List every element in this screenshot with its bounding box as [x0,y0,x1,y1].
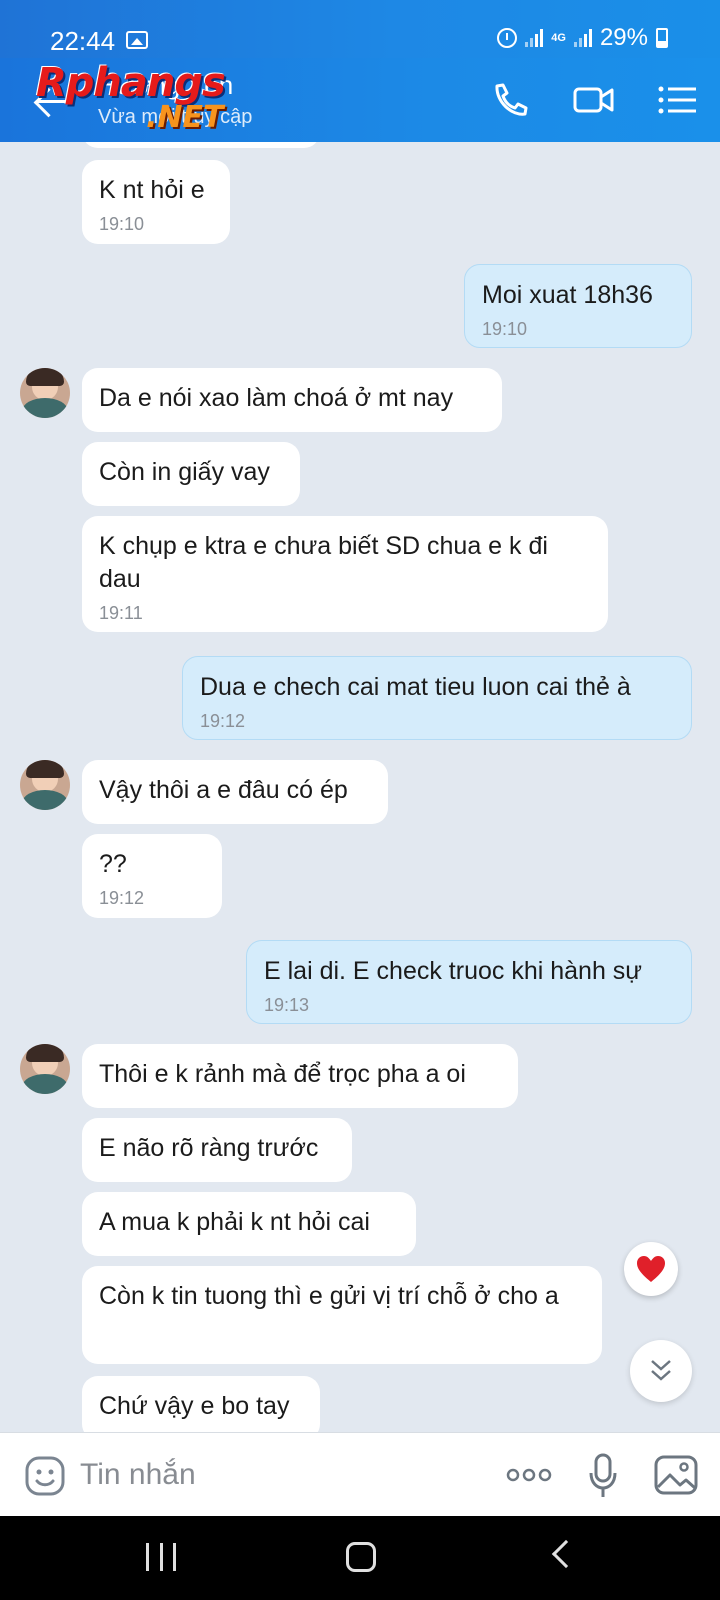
message-text: ?? [99,850,127,878]
message-bubble[interactable]: K nt hỏi e 19:10 [82,160,230,244]
phone-icon[interactable] [488,80,532,120]
message-bubble-out[interactable]: Dua e chech cai mat tieu luon cai thẻ à … [182,656,692,740]
image-icon[interactable] [654,1455,698,1495]
network-type: 4G [551,31,566,44]
recent-apps-icon[interactable] [146,1543,176,1571]
battery-percent: 29% [599,24,648,51]
contact-avatar[interactable] [20,1044,70,1094]
message-bubble[interactable]: Da e nói xao làm choá ở mt nay [82,368,502,432]
message-time: 19:10 [99,214,145,234]
message-bubble[interactable]: K chụp e ktra e chưa biết SD chua e k đi… [82,516,608,632]
message-bubble[interactable]: Còn in giấy vay [82,442,300,506]
menu-list-icon[interactable] [656,80,700,120]
message-bubble-out[interactable]: E lai di. E check truoc khi hành sự 19:1… [246,940,692,1024]
message-list[interactable]: K nt hỏi e 19:10 Moi xuat 18h36 19:10 Da… [0,142,720,1432]
status-bar: 22:44 4G 29% [0,0,720,58]
sticker-icon[interactable] [24,1455,66,1497]
message-composer [0,1432,720,1516]
message-text: A mua k phải k nt hỏi cai [99,1208,370,1236]
scroll-to-bottom-button[interactable] [630,1340,692,1402]
home-icon[interactable] [346,1542,376,1572]
message-time: 19:11 [99,603,143,623]
video-call-icon[interactable] [572,80,616,120]
message-text: Moi xuat 18h36 [482,281,653,309]
message-bubble[interactable]: ?? 19:12 [82,834,222,918]
signal-icon-2 [573,29,592,47]
watermark-suffix: .NET [146,100,224,135]
message-text: Dua e chech cai mat tieu luon cai thẻ à [200,673,631,701]
message-text: Da e nói xao làm choá ở mt nay [99,384,454,412]
message-text: Còn in giấy vay [99,458,270,486]
message-bubble-partial [82,142,320,148]
message-text: Còn k tin tuong thì e gửi vị trí chỗ ở c… [99,1282,559,1310]
system-back-icon[interactable] [551,1539,581,1569]
message-text: E lai di. E check truoc khi hành sự [264,957,643,985]
message-time: 19:12 [200,711,246,731]
chat-header: Hương Yến Vừa mới truy cập Rphangs .NET [0,58,720,142]
message-bubble[interactable]: Vậy thôi a e đâu có ép [82,760,388,824]
watermark-logo: Rphangs .NET [36,60,226,135]
message-text: Vậy thôi a e đâu có ép [99,776,348,804]
contact-avatar[interactable] [20,760,70,810]
heart-reaction-button[interactable] [624,1242,678,1296]
status-indicators: 4G 29% [497,24,668,52]
message-input[interactable] [80,1451,470,1499]
photo-notification-icon [126,31,148,49]
message-time: 19:13 [264,995,310,1015]
double-chevron-down-icon [651,1360,671,1381]
heart-icon [637,1256,665,1282]
message-text: Chứ vậy e bo tay [99,1392,290,1420]
message-bubble[interactable]: Còn k tin tuong thì e gửi vị trí chỗ ở c… [82,1266,602,1364]
more-icon[interactable] [506,1465,552,1485]
microphone-icon[interactable] [588,1453,618,1499]
battery-icon [656,28,668,48]
message-text: Thôi e k rảnh mà để trọc pha a oi [99,1060,466,1088]
signal-icon [525,29,544,47]
message-text: K chụp e ktra e chưa biết SD chua e k đi… [99,532,548,593]
message-bubble[interactable]: Chứ vậy e bo tay [82,1376,320,1432]
system-navigation-bar [0,1516,720,1600]
message-bubble[interactable]: E não rõ ràng trước [82,1118,352,1182]
message-time: 19:12 [99,888,145,908]
contact-avatar[interactable] [20,368,70,418]
status-time: 22:44 [50,26,116,56]
alarm-icon [497,28,518,48]
message-bubble-out[interactable]: Moi xuat 18h36 19:10 [464,264,692,348]
message-text: E não rõ ràng trước [99,1134,319,1162]
message-bubble[interactable]: Thôi e k rảnh mà để trọc pha a oi [82,1044,518,1108]
message-time: 19:10 [482,319,528,339]
message-text: K nt hỏi e [99,176,205,204]
message-bubble[interactable]: A mua k phải k nt hỏi cai [82,1192,416,1256]
